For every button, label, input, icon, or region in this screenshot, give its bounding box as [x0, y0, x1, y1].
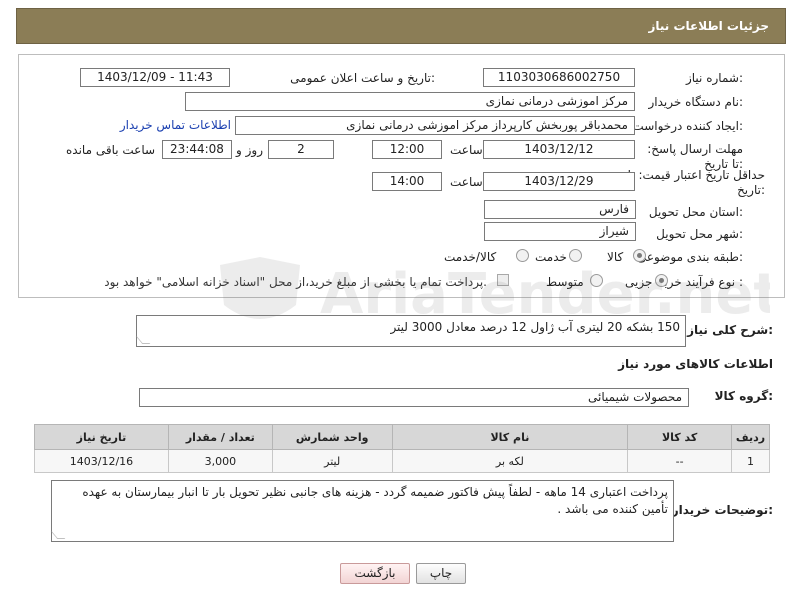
category-service-radio[interactable] [569, 249, 582, 262]
buyer-notes-label: توضیحات خریدار: [671, 503, 773, 517]
description-text: 150 بشکه 20 لیتری آب ژاول 12 درصد معادل … [390, 320, 680, 334]
cell-quantity: 3,000 [167, 449, 273, 473]
buyer-notes-text: پرداخت اعتباری 14 ماهه - لطفاً پیش فاکتو… [82, 485, 668, 516]
goods-group-label: گروه کالا: [714, 389, 773, 403]
requester-field[interactable]: محمدباقر پوربخش کارپرداز مرکز اموزشی درم… [235, 116, 635, 135]
cell-unit: لیتر [271, 449, 393, 473]
province-label: استان محل تحویل: [648, 205, 743, 219]
resize-handle-icon[interactable] [135, 336, 151, 344]
time-remaining-field[interactable]: 23:44:08 [162, 140, 232, 159]
goods-section-title: اطلاعات کالاهای مورد نیاز [618, 357, 773, 371]
description-textarea[interactable]: 150 بشکه 20 لیتری آب ژاول 12 درصد معادل … [135, 315, 686, 347]
city-field[interactable]: شیراز [484, 222, 636, 241]
city-label: شهر محل تحویل: [656, 227, 743, 241]
treasury-payment-checkbox[interactable] [497, 274, 509, 286]
process-small-radio[interactable] [655, 274, 668, 287]
process-medium-radio[interactable] [590, 274, 603, 287]
requester-label: ایجاد کننده درخواست: [632, 119, 743, 133]
cell-need-date: 1403/12/16 [34, 449, 169, 473]
deadline-time-label: ساعت [450, 143, 483, 157]
back-button[interactable]: بازگشت [340, 563, 410, 584]
page-title: جزئیات اطلاعات نیاز [648, 19, 769, 33]
process-medium-label: متوسط [546, 275, 584, 289]
category-both-label: کالا/خدمت [444, 250, 497, 264]
remaining-label: ساعت باقی مانده [66, 143, 156, 157]
province-field[interactable]: فارس [484, 200, 636, 219]
buyer-contact-link[interactable]: اطلاعات تماس خریدار [120, 118, 231, 132]
announce-date-field[interactable]: 1403/12/09 - 11:43 [80, 68, 230, 87]
cell-item-name: لکه بر [391, 449, 629, 473]
description-label: شرح کلی نیاز: [687, 323, 773, 337]
validity-time-field[interactable]: 14:00 [372, 172, 442, 191]
category-service-label: خدمت [535, 250, 567, 264]
day-and-label: روز و [236, 143, 263, 157]
validity-label: حداقل تاریخ اعتبار قیمت: تا تاریخ: [627, 168, 765, 197]
buyer-org-label: نام دستگاه خریدار: [648, 95, 744, 109]
items-table-wrapper: ردیف کد کالا نام کالا واحد شمارش تعداد /… [34, 424, 770, 473]
table-header-row: ردیف کد کالا نام کالا واحد شمارش تعداد /… [34, 424, 770, 450]
items-table: ردیف کد کالا نام کالا واحد شمارش تعداد /… [34, 424, 770, 473]
col-unit: واحد شمارش [271, 424, 393, 450]
cell-item-code: -- [627, 449, 733, 473]
deadline-date-field[interactable]: 1403/12/12 [483, 140, 635, 159]
table-row[interactable]: 1 -- لکه بر لیتر 3,000 1403/12/16 [34, 449, 770, 473]
validity-time-label: ساعت [450, 175, 483, 189]
announce-date-label: تاریخ و ساعت اعلان عمومی: [290, 71, 435, 85]
goods-group-field[interactable]: محصولات شیمیائی [139, 388, 689, 407]
process-type-label: نوع فرآیند خرید : [658, 275, 743, 289]
need-number-field[interactable]: 1103030686002750 [483, 68, 635, 87]
page-header: جزئیات اطلاعات نیاز [16, 8, 786, 44]
category-goods-label: کالا [607, 250, 624, 264]
days-remaining-field[interactable]: 2 [268, 140, 334, 159]
col-item-name: نام کالا [391, 424, 629, 450]
validity-date-field[interactable]: 1403/12/29 [483, 172, 635, 191]
col-item-code: کد کالا [627, 424, 733, 450]
category-both-radio[interactable] [516, 249, 529, 262]
col-quantity: تعداد / مقدار [167, 424, 273, 450]
category-label: طبقه بندی موضوعی: [636, 250, 743, 264]
buyer-notes-textarea[interactable]: پرداخت اعتباری 14 ماهه - لطفاً پیش فاکتو… [50, 480, 674, 542]
treasury-payment-note: پرداخت تمام یا بخشی از مبلغ خرید،از محل … [104, 275, 487, 289]
category-goods-radio[interactable] [633, 249, 646, 262]
deadline-time-field[interactable]: 12:00 [372, 140, 442, 159]
need-number-label: شماره نیاز: [685, 71, 743, 85]
print-button[interactable]: چاپ [416, 563, 466, 584]
col-row-number: ردیف [731, 424, 770, 450]
cell-row-number: 1 [731, 449, 770, 473]
buyer-org-field[interactable]: مرکز اموزشی درمانی نمازی [185, 92, 635, 111]
col-need-date: تاریخ نیاز [34, 424, 169, 450]
process-small-label: جزیی [625, 275, 653, 289]
resize-handle-icon[interactable] [50, 531, 66, 539]
